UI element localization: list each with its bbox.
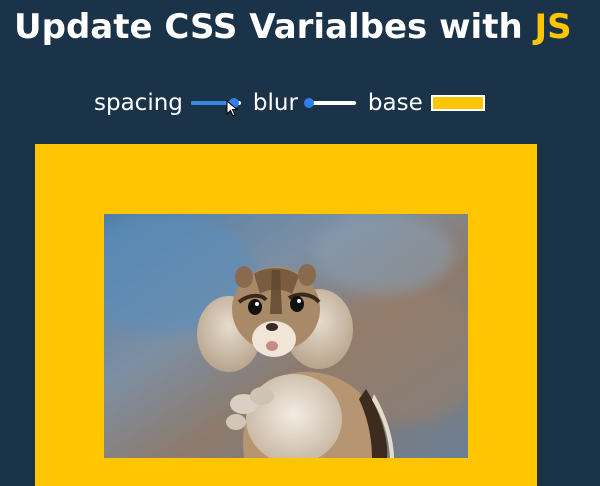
base-color-input[interactable]: [430, 95, 485, 111]
spacing-label: spacing: [94, 90, 183, 116]
page-title: Update CSS Varialbes with JS: [14, 4, 572, 50]
blur-slider-thumb[interactable]: [303, 98, 314, 108]
base-label: base: [367, 90, 423, 116]
title-highlight: JS: [534, 7, 572, 47]
blur-slider[interactable]: [303, 94, 356, 112]
chipmunk-photo: [104, 214, 468, 458]
controls-bar: spacing blur base: [94, 88, 485, 118]
title-main: Update CSS Varialbes with: [14, 7, 535, 47]
image-frame: [35, 144, 537, 486]
blur-label: blur: [252, 90, 298, 116]
mouse-cursor-icon: [226, 100, 239, 117]
